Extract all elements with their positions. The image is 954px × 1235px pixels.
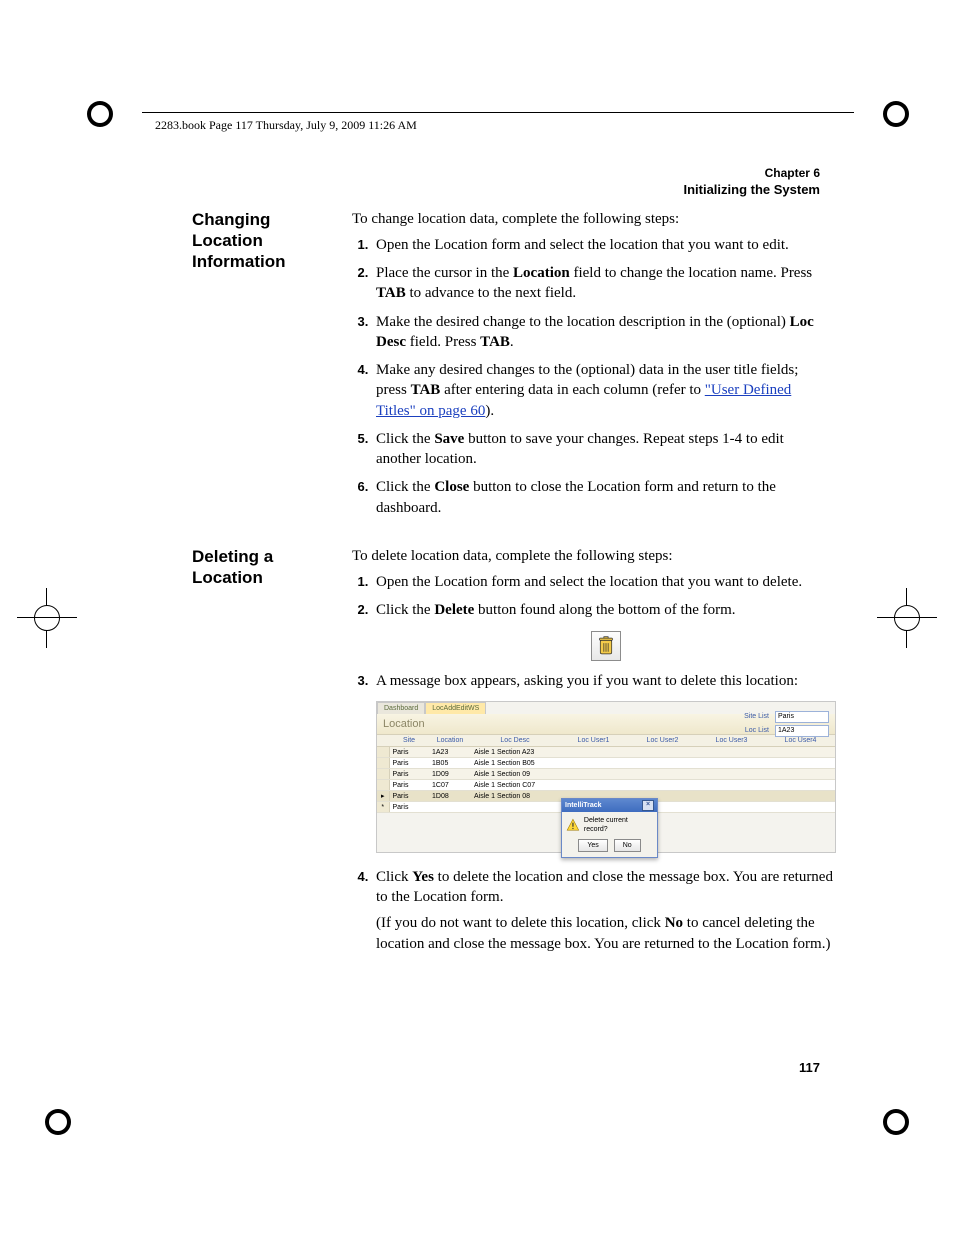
table-row: Paris1C07Aisle 1 Section C07 xyxy=(377,780,835,791)
dialog-message: Delete current record? xyxy=(584,816,653,835)
running-header: 2283.book Page 117 Thursday, July 9, 200… xyxy=(155,118,417,133)
chapter-meta: Chapter 6 Initializing the System xyxy=(192,165,820,199)
chapter-number: Chapter 6 xyxy=(192,165,820,181)
sec2-step1: Open the Location form and select the lo… xyxy=(372,572,836,592)
sec1-step2: Place the cursor in the Location field t… xyxy=(372,263,820,304)
table-row: Paris1B05Aisle 1 Section B05 xyxy=(377,758,835,769)
location-form-screenshot: Dashboard LocAddEditWS Location Site Lis… xyxy=(376,701,836,853)
form-title: Location xyxy=(383,717,425,732)
tab-dashboard: Dashboard xyxy=(377,702,425,714)
col-site: Site xyxy=(389,735,429,747)
section-heading-deleting-location: Deleting a Location xyxy=(192,546,322,962)
loc-list-label: Loc List xyxy=(744,726,769,735)
dialog-close-icon: × xyxy=(642,800,654,811)
sec1-step4: Make any desired changes to the (optiona… xyxy=(372,360,820,421)
sec1-step6: Click the Close button to close the Loca… xyxy=(372,477,820,518)
sec2-intro: To delete location data, complete the fo… xyxy=(352,546,836,566)
col-locdesc: Loc Desc xyxy=(471,735,559,747)
dialog-no-button: No xyxy=(614,839,641,852)
section-heading-changing-location: Changing Location Information xyxy=(192,209,322,526)
site-list-label: Site List xyxy=(744,712,769,721)
table-row: Paris1D09Aisle 1 Section 09 xyxy=(377,769,835,780)
page-number: 117 xyxy=(799,1060,820,1075)
page-content: Chapter 6 Initializing the System Changi… xyxy=(192,165,820,976)
top-rule xyxy=(142,112,854,113)
sec1-intro: To change location data, complete the fo… xyxy=(352,209,820,229)
tab-locaddeditws: LocAddEditWS xyxy=(425,702,486,714)
sec2-step4: Click Yes to delete the location and clo… xyxy=(372,867,836,954)
col-location: Location xyxy=(429,735,471,747)
sec2-step2: Click the Delete button found along the … xyxy=(372,600,836,660)
col-locuser2: Loc User2 xyxy=(628,735,697,747)
sec1-step3: Make the desired change to the location … xyxy=(372,312,820,353)
site-list-field: Paris xyxy=(775,711,829,723)
sec1-step1: Open the Location form and select the lo… xyxy=(372,235,820,255)
delete-icon xyxy=(591,631,621,661)
chapter-title: Initializing the System xyxy=(192,181,820,199)
table-row: Paris1A23Aisle 1 Section A23 xyxy=(377,747,835,758)
dialog-yes-button: Yes xyxy=(578,839,607,852)
sec2-step3: A message box appears, asking you if you… xyxy=(372,671,836,853)
confirm-delete-dialog: IntelliTrack × xyxy=(561,798,658,858)
warning-icon xyxy=(566,818,580,832)
col-locuser1: Loc User1 xyxy=(559,735,628,747)
sec1-step5: Click the Save button to save your chang… xyxy=(372,429,820,470)
dialog-title: IntelliTrack xyxy=(565,801,602,810)
